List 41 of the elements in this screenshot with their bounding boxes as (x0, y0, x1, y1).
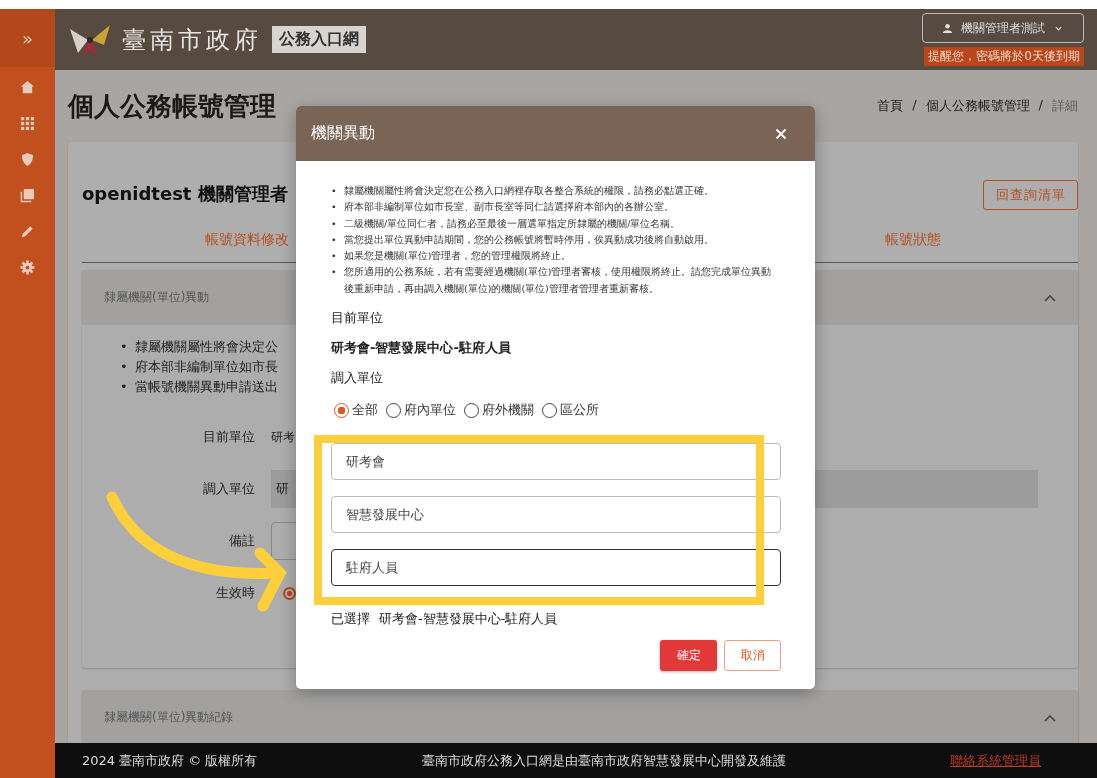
bullet: • (120, 338, 126, 356)
note-text: 隸屬機關屬性將會決定公 (135, 338, 278, 356)
bullet: • (331, 232, 336, 247)
note-text: 二級機關/單位同仁者，請務必至最後一層選單指定所隸屬的機關/單位名稱。 (344, 216, 682, 231)
field-label: 生效時 (216, 584, 255, 602)
bullet: • (331, 184, 336, 198)
selected-label: 已選擇 (331, 610, 370, 629)
field-value: 研考 (271, 429, 296, 445)
breadcrumb-item: 詳細 (1052, 97, 1078, 115)
bullet: • (331, 200, 336, 215)
section-title: 隸屬機關(單位)異動紀錄 (104, 709, 234, 726)
field-label: 目前單位 (203, 428, 255, 446)
field-label: 調入單位 (331, 369, 384, 388)
bullet: • (331, 249, 336, 264)
site-name: 臺南市政府 (122, 24, 262, 56)
note-text: 府本部非編制單位如市長 (135, 358, 278, 376)
bullet: • (331, 216, 336, 231)
password-notice: 提醒您，密碼將於0天後到期 (924, 47, 1084, 66)
field-label: 備註 (229, 532, 255, 550)
dialog-title: 機關異動 (311, 123, 375, 144)
note-text: 當帳號機關異動申請送出 (135, 378, 278, 396)
card-title: openidtest 機關管理者 (82, 182, 288, 206)
copyright-text: 2024 臺南市政府 © 版權所有 (82, 751, 258, 770)
selected-value: 研考會-智慧發展中心-駐府人員 (379, 610, 558, 629)
bullet: • (120, 358, 126, 376)
current-unit-value: 研考會-智慧發展中心-駐府人員 (331, 339, 512, 358)
note-text: 隸屬機關屬性將會決定您在公務入口網裡存取各整合系統的權限，請務必點選正確。 (344, 184, 715, 198)
credit-text: 臺南市政府公務入口網是由臺南市政府智慧發展中心開發及維護 (421, 751, 786, 770)
field-label: 調入單位 (203, 480, 255, 498)
bullet: • (331, 265, 336, 280)
page-title: 個人公務帳號管理 (68, 89, 276, 123)
note-text: 當您提出單位異動申請期間，您的公務帳號將暫時停用，俟異動成功後將自動啟用。 (344, 232, 715, 247)
note-text: 您所適用的公務系統，若有需要經過機關(單位)管理者審核，使用權限將終止。請您完成單位異動後重新申請，再由調入機關(單位)的機關(單位)管理者管理者重新審核。 (344, 265, 773, 296)
note-text: 府本部非編制單位如市長室、副市長室等同仁請選擇府本部內的各辦公室。 (344, 200, 675, 215)
portal-name: 公務入口網 (272, 26, 366, 53)
field-label: 目前單位 (331, 309, 384, 328)
breadcrumb-separator: / (1038, 97, 1043, 114)
note-text: 如果您是機關(單位)管理者，您的管理權限將終止。 (344, 249, 573, 264)
breadcrumb-separator: / (912, 97, 917, 114)
bullet: • (120, 378, 126, 396)
section-title: 隸屬機關(單位)異動 (104, 289, 210, 306)
